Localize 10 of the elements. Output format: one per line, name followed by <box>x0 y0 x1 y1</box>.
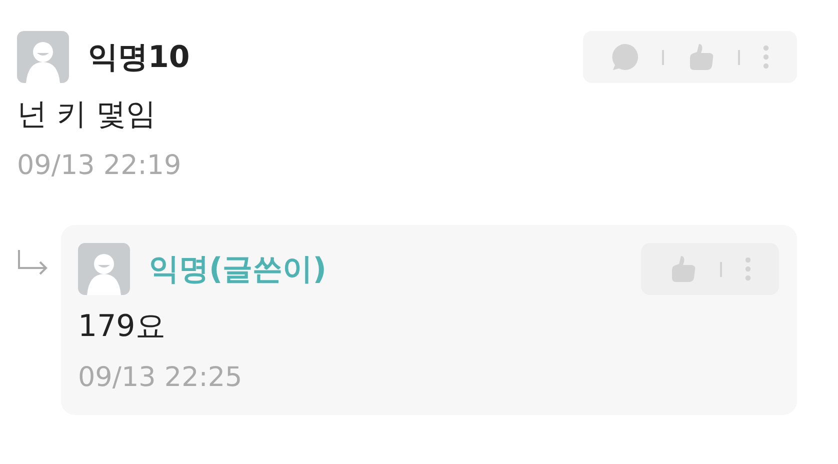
reply-arrow-icon <box>17 249 49 275</box>
comment-time: 09/13 22:19 <box>17 149 182 183</box>
author-name: 익명(글쓴이) <box>149 250 326 288</box>
comment-text: 넌 키 몇임 <box>17 96 158 134</box>
comment-time: 09/13 22:25 <box>78 361 244 395</box>
avatar-icon <box>17 31 69 83</box>
avatar-icon <box>78 243 130 295</box>
speech-bubble-icon[interactable] <box>610 42 640 72</box>
comment-text: 179요 <box>78 308 166 346</box>
author-name: 익명10 <box>88 38 190 76</box>
